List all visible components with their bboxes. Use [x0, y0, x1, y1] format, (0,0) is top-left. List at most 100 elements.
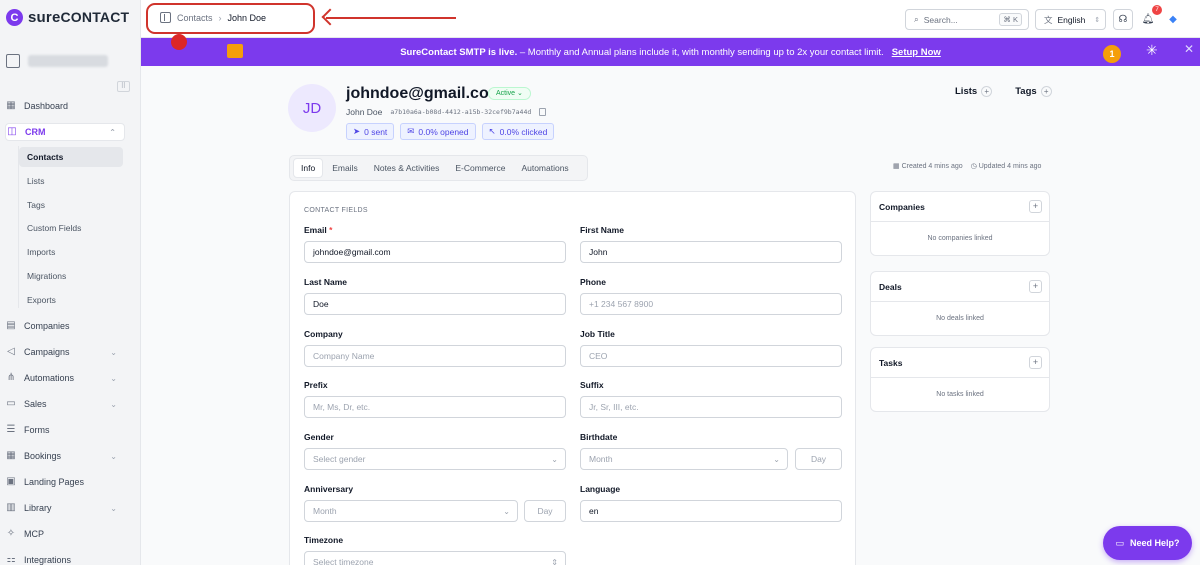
sidebar-collapse-button[interactable]: ⠿	[117, 81, 130, 92]
headset-icon: ☊	[1118, 14, 1128, 25]
anniversary-day-field[interactable]: Day	[524, 500, 566, 522]
sidebar-item-label: Landing Pages	[24, 477, 85, 487]
search-input[interactable]: ⌕ Search... ⌘ K	[905, 9, 1029, 30]
section-title: CONTACT FIELDS	[304, 207, 368, 214]
sidebar-item-crm[interactable]: ◫ CRM ⌃	[5, 123, 125, 141]
sidebar-subitem-imports[interactable]: Imports	[19, 242, 123, 262]
suffix-field[interactable]: Jr, Sr, III, etc.	[580, 396, 842, 418]
stat-sent-label: 0 sent	[364, 126, 388, 137]
language-field[interactable]: en	[580, 500, 842, 522]
company-field[interactable]: Company Name	[304, 345, 566, 367]
support-button[interactable]: ☊	[1113, 9, 1133, 30]
lists-action[interactable]: Lists +	[955, 86, 993, 97]
tab-emails[interactable]: Emails	[325, 159, 365, 177]
updated-label: Updated 4 mins ago	[978, 163, 1042, 170]
stat-clicked-label: 0.0% clicked	[499, 126, 548, 137]
sidebar-item-automations[interactable]: ⋔ Automations ⌄	[5, 369, 125, 387]
sidebar-subitem-custom-fields[interactable]: Custom Fields	[19, 218, 123, 238]
deals-card: Deals + No deals linked	[870, 271, 1050, 336]
contact-avatar: JD	[288, 84, 336, 132]
birthdate-day-field[interactable]: Day	[795, 448, 842, 470]
chevron-down-icon: ⌄	[773, 454, 780, 464]
workspace-switcher[interactable]	[6, 51, 130, 71]
companies-card: Companies + No companies linked	[870, 191, 1050, 256]
first-name-field[interactable]: John	[580, 241, 842, 263]
notifications-button[interactable]: 🔔︎ 7	[1138, 5, 1162, 30]
add-deal-button[interactable]: +	[1029, 280, 1042, 293]
chevron-down-icon: ⌄	[110, 451, 117, 461]
add-task-button[interactable]: +	[1029, 356, 1042, 369]
tasks-card: Tasks + No tasks linked	[870, 347, 1050, 412]
balloon-icon	[171, 34, 187, 50]
status-label: Active	[496, 90, 516, 97]
add-company-button[interactable]: +	[1029, 200, 1042, 213]
sidebar-item-library[interactable]: ▥ Library ⌄	[5, 499, 125, 517]
sidebar-item-forms[interactable]: ☰ Forms	[5, 421, 125, 439]
chevron-up-icon: ⌃	[109, 127, 116, 137]
gender-label: Gender	[304, 432, 334, 442]
chevron-updown-icon: ⇕	[551, 557, 558, 565]
tab-info[interactable]: Info	[293, 158, 324, 178]
flow-icon: ⋔	[6, 372, 16, 383]
sidebar-item-landing-pages[interactable]: ▣ Landing Pages	[5, 473, 125, 491]
building-icon	[6, 54, 20, 68]
sidebar-item-mcp[interactable]: ✧ MCP	[5, 525, 125, 543]
status-badge[interactable]: Active ⌄	[488, 87, 531, 100]
envelope-open-icon: ✉	[407, 126, 415, 136]
need-help-button[interactable]: ▭ Need Help?	[1103, 526, 1192, 560]
required-mark: *	[329, 225, 333, 235]
companies-empty-state: No companies linked	[927, 235, 993, 242]
copy-icon[interactable]	[539, 108, 547, 116]
sidebar-item-companies[interactable]: ▤ Companies	[5, 317, 125, 335]
job-title-field[interactable]: CEO	[580, 345, 842, 367]
anniversary-month-select[interactable]: Month ⌄	[304, 500, 518, 522]
sidebar-item-campaigns[interactable]: ◁ Campaigns ⌄	[5, 343, 125, 361]
sidebar-subitem-migrations[interactable]: Migrations	[19, 266, 123, 286]
tab-notes-activities[interactable]: Notes & Activities	[367, 159, 447, 177]
breadcrumb-contacts-link[interactable]: Contacts	[177, 13, 213, 23]
sidebar-subitem-lists[interactable]: Lists	[19, 171, 123, 191]
sidebar-item-integrations[interactable]: ⚏ Integrations	[5, 551, 125, 565]
brand-name-b: CONTACT	[60, 9, 130, 25]
banner-setup-link[interactable]: Setup Now	[892, 47, 941, 58]
prefix-field[interactable]: Mr, Ms, Dr, etc.	[304, 396, 566, 418]
timezone-label: Timezone	[304, 535, 344, 545]
tab-automations[interactable]: Automations	[514, 159, 575, 177]
need-help-label: Need Help?	[1130, 538, 1180, 548]
job-title-label: Job Title	[580, 329, 615, 339]
breadcrumb: Contacts › John Doe	[160, 12, 266, 23]
email-field[interactable]: johndoe@gmail.com	[304, 241, 566, 263]
birthdate-month-select[interactable]: Month ⌄	[580, 448, 788, 470]
tab-ecommerce[interactable]: E-Commerce	[448, 159, 512, 177]
chevron-down-icon: ⌄	[110, 503, 117, 513]
sidebar-item-dashboard[interactable]: ▦ Dashboard	[5, 97, 125, 115]
sidebar-item-bookings[interactable]: ▦ Bookings ⌄	[5, 447, 125, 465]
chevron-down-icon: ⌄	[551, 454, 558, 464]
gift-icon	[227, 44, 243, 58]
grid-icon: ▦	[6, 100, 16, 111]
tags-action[interactable]: Tags +	[1015, 86, 1052, 97]
stat-clicked: ↖ 0.0% clicked	[481, 123, 555, 140]
timezone-select[interactable]: Select timezone ⇕	[304, 551, 566, 565]
sidebar-subitem-tags[interactable]: Tags	[19, 195, 123, 215]
close-banner-icon[interactable]: ✕	[1184, 42, 1194, 56]
timezone-placeholder: Select timezone	[313, 557, 374, 565]
last-name-label: Last Name	[304, 277, 347, 287]
calendar-icon: ▦	[893, 163, 900, 170]
sidebar-toggle-icon[interactable]	[160, 12, 171, 23]
chevron-down-icon: ⌄	[503, 506, 510, 516]
sidebar-subitem-exports[interactable]: Exports	[19, 290, 123, 310]
sidebar-subitem-contacts[interactable]: Contacts	[19, 147, 123, 167]
phone-field[interactable]: +1 234 567 8900	[580, 293, 842, 315]
confetti-icon: ✳	[1146, 42, 1158, 58]
crm-icon: ◫	[7, 126, 17, 137]
profile-button[interactable]: ◆	[1163, 9, 1183, 30]
sidebar-item-sales[interactable]: ▭ Sales ⌄	[5, 395, 125, 413]
translate-icon: 文	[1044, 14, 1053, 25]
brand-logo[interactable]: C sureCONTACT	[6, 9, 129, 26]
last-name-field[interactable]: Doe	[304, 293, 566, 315]
tasks-card-header: Tasks +	[871, 348, 1049, 378]
chat-icon: ▭	[1115, 537, 1124, 548]
language-select[interactable]: 文 English ⇕	[1035, 9, 1106, 30]
gender-select[interactable]: Select gender ⌄	[304, 448, 566, 470]
